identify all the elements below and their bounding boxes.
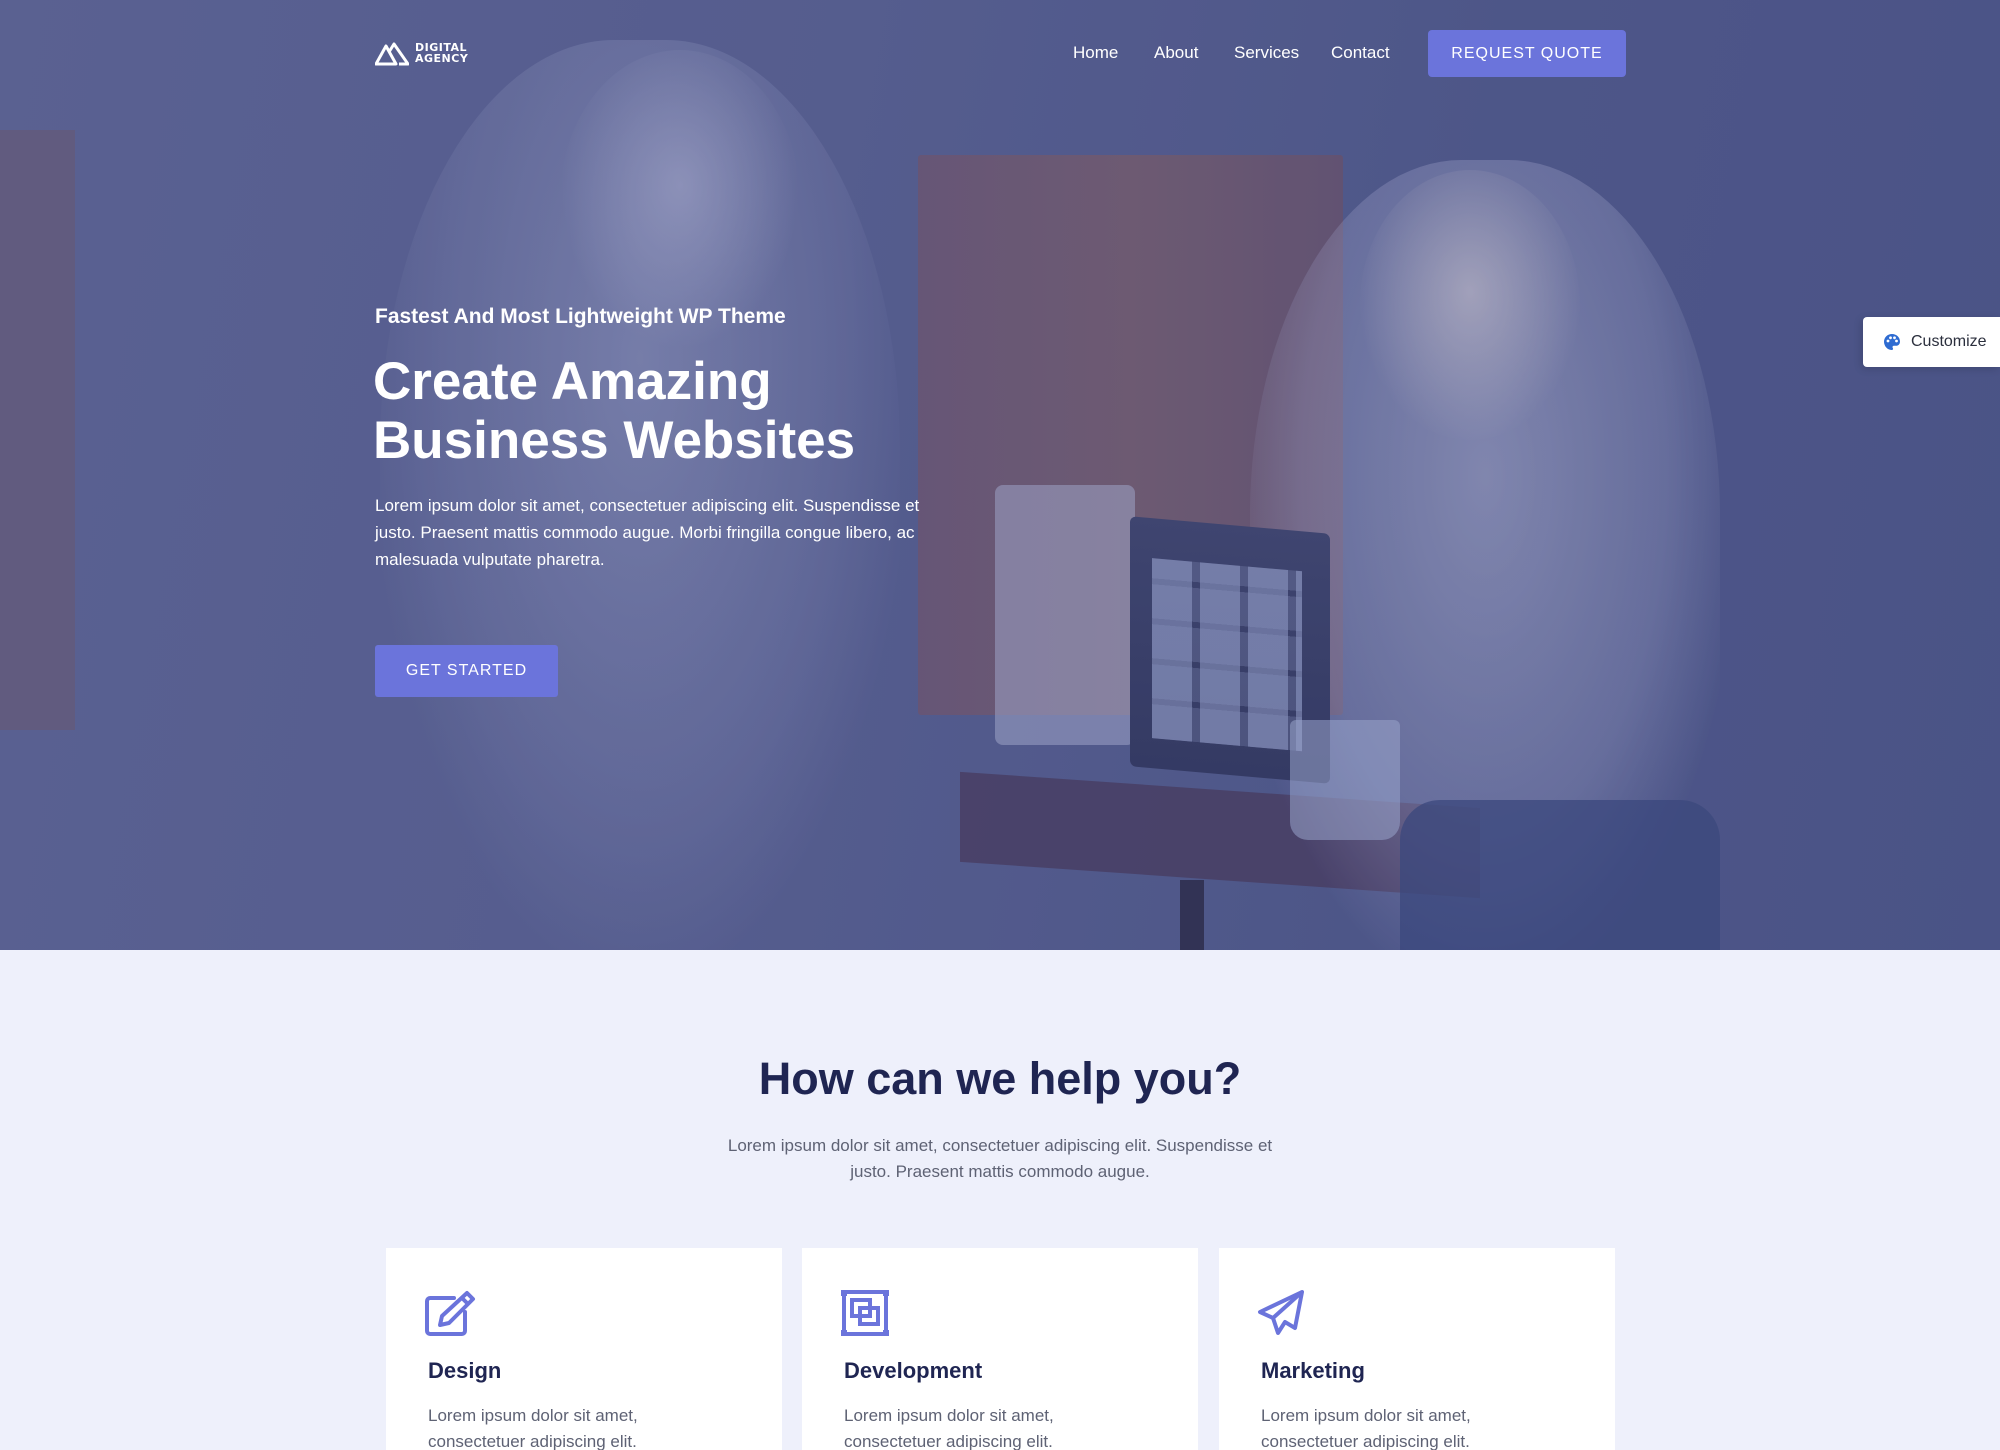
nav-item-services[interactable]: Services (1234, 43, 1299, 63)
card-title: Development (844, 1358, 983, 1383)
nav-item-contact[interactable]: Contact (1331, 43, 1390, 63)
customize-label: Customize (1911, 333, 1987, 350)
logo-text: DIGITAL AGENCY (415, 41, 469, 65)
card-text: Lorem ipsum dolor sit amet, consectetuer… (1261, 1406, 1471, 1450)
hero-tagline: Fastest And Most Lightweight WP Theme (375, 305, 786, 328)
logo-mountain-icon (375, 42, 409, 66)
card-text: Lorem ipsum dolor sit amet, consectetuer… (428, 1406, 638, 1450)
layers-icon (840, 1290, 892, 1336)
nav-item-home[interactable]: Home (1073, 43, 1118, 63)
card-text: Lorem ipsum dolor sit amet, consectetuer… (844, 1406, 1054, 1450)
service-card-development: Development Lorem ipsum dolor sit amet, … (802, 1248, 1198, 1450)
help-section-subtitle: Lorem ipsum dolor sit amet, consectetuer… (727, 1136, 1273, 1181)
hero-intro: Lorem ipsum dolor sit amet, consectetuer… (375, 496, 920, 569)
help-section-title: How can we help you? (758, 1053, 1242, 1104)
get-started-button[interactable]: GET STARTED (375, 645, 558, 697)
card-title: Design (428, 1358, 502, 1383)
hero-background-image (0, 0, 2000, 950)
hero-headline: Create Amazing Business Websites (373, 352, 856, 470)
service-card-marketing: Marketing Lorem ipsum dolor sit amet, co… (1219, 1248, 1615, 1450)
service-card-design: Design Lorem ipsum dolor sit amet, conse… (386, 1248, 782, 1450)
request-quote-button[interactable]: REQUEST QUOTE (1428, 30, 1626, 77)
site-logo[interactable]: DIGITAL AGENCY (375, 40, 468, 66)
paper-plane-icon (1257, 1290, 1309, 1336)
nav-item-about[interactable]: About (1154, 43, 1198, 63)
edit-icon (424, 1290, 476, 1336)
card-title: Marketing (1261, 1358, 1365, 1383)
customize-button[interactable]: Customize (1863, 317, 2000, 367)
palette-icon (1884, 334, 1900, 350)
hero-section: DIGITAL AGENCY Home About Services Conta… (0, 0, 2000, 950)
